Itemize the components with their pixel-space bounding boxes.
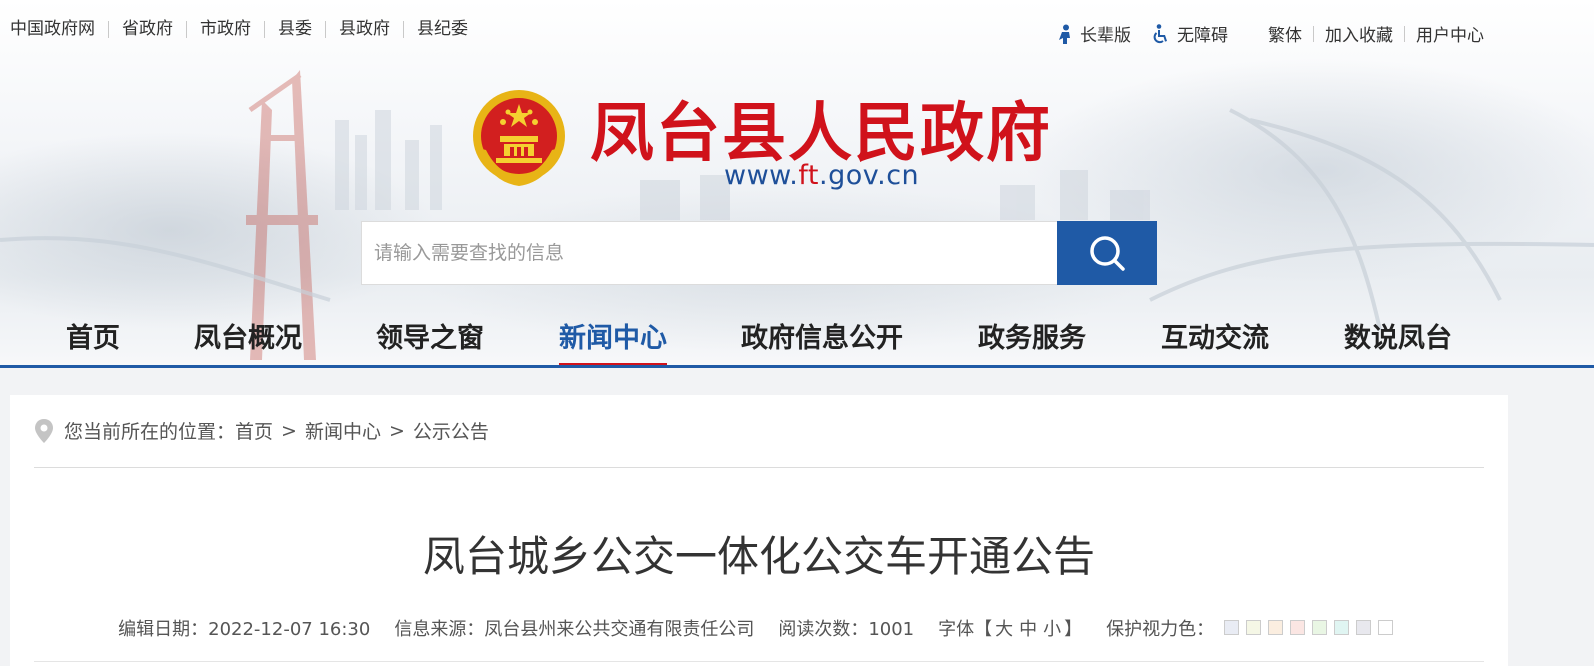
eye-care-swatches	[1223, 620, 1400, 635]
search-input[interactable]	[361, 221, 1057, 285]
top-link-county-committee[interactable]: 县委	[264, 21, 325, 38]
nav-leadership[interactable]: 领导之窗	[376, 320, 484, 366]
font-size-suffix: 】	[1064, 619, 1083, 640]
top-link-province[interactable]: 省政府	[108, 21, 186, 38]
national-emblem-logo	[473, 90, 565, 186]
search-icon	[1090, 236, 1125, 271]
site-url-prefix: www.	[724, 160, 799, 191]
nav-divider	[0, 365, 1594, 368]
elder-icon	[1059, 24, 1070, 44]
toolbar-divider	[1313, 25, 1314, 42]
eye-care-swatch-3[interactable]	[1267, 620, 1283, 635]
font-size-small-button[interactable]: 小	[1043, 619, 1061, 640]
nav-overview[interactable]: 凤台概况	[194, 320, 302, 366]
accessibility-button[interactable]: 无障碍	[1151, 21, 1228, 46]
top-link-gov-cn[interactable]: 中国政府网	[10, 21, 108, 38]
elder-mode-label: 长辈版	[1080, 26, 1131, 46]
top-link-city[interactable]: 市政府	[186, 21, 264, 38]
main-nav: 首页 凤台概况 领导之窗 新闻中心 政府信息公开 政务服务 互动交流 数说凤台	[0, 320, 1594, 366]
breadcrumb-announcements[interactable]: 公示公告	[413, 417, 489, 444]
search-button[interactable]	[1057, 221, 1157, 285]
top-links-bar: 中国政府网 省政府 市政府 县委 县政府 县纪委	[10, 21, 481, 38]
eye-care-label: 保护视力色：	[1106, 619, 1215, 640]
font-size-controls: 字体【大中小】	[938, 615, 1082, 641]
font-size-medium-button[interactable]: 中	[1019, 619, 1037, 640]
nav-gov-info[interactable]: 政府信息公开	[741, 320, 903, 366]
eye-care-swatch-2[interactable]	[1245, 620, 1261, 635]
eye-care-swatch-4[interactable]	[1289, 620, 1305, 635]
eye-care-swatch-6[interactable]	[1333, 620, 1349, 635]
font-size-prefix: 字体【	[938, 619, 993, 640]
breadcrumb-home[interactable]: 首页	[235, 417, 273, 444]
breadcrumb-separator: >	[281, 419, 297, 442]
eye-care-swatch-5[interactable]	[1311, 620, 1327, 635]
info-source: 信息来源：凤台县州来公共交通有限责任公司	[394, 619, 755, 640]
top-toolbar: 长辈版 无障碍 繁体 加入收藏 用户中心	[1056, 21, 1484, 46]
nav-interaction[interactable]: 互动交流	[1161, 320, 1269, 366]
view-count: 阅读次数：1001	[778, 619, 915, 640]
meta-divider	[34, 661, 1484, 662]
header-banner: 中国政府网 省政府 市政府 县委 县政府 县纪委 长辈版 无障碍 繁体 加入收藏…	[0, 0, 1594, 368]
toolbar-divider	[1404, 25, 1405, 42]
nav-data[interactable]: 数说凤台	[1344, 320, 1452, 366]
nav-gov-services[interactable]: 政务服务	[978, 320, 1086, 366]
user-center-button[interactable]: 用户中心	[1416, 21, 1484, 46]
edit-date: 编辑日期：2022-12-07 16:30	[118, 619, 371, 640]
search-bar	[361, 221, 1157, 285]
location-pin-icon	[35, 418, 53, 443]
site-url-suffix: .gov.cn	[818, 160, 920, 191]
eye-care-controls: 保护视力色：	[1106, 615, 1400, 641]
eye-care-swatch-1[interactable]	[1223, 620, 1239, 635]
eye-care-swatch-8[interactable]	[1377, 620, 1393, 635]
nav-news-center[interactable]: 新闻中心	[559, 320, 667, 366]
article-meta: 编辑日期：2022-12-07 16:30 信息来源：凤台县州来公共交通有限责任…	[10, 615, 1508, 641]
article-title: 凤台城乡公交一体化公交车开通公告	[422, 532, 1095, 581]
eye-care-swatch-7[interactable]	[1355, 620, 1371, 635]
add-bookmark-button[interactable]: 加入收藏	[1325, 21, 1393, 46]
nav-home[interactable]: 首页	[66, 320, 120, 366]
breadcrumb-separator: >	[388, 419, 405, 442]
accessibility-label: 无障碍	[1177, 26, 1228, 46]
elder-mode-button[interactable]: 长辈版	[1056, 21, 1131, 46]
wheelchair-icon	[1153, 23, 1167, 43]
article-panel: 您当前所在的位置： 首页 > 新闻中心 > 公示公告 凤台城乡公交一体化公交车开…	[10, 395, 1508, 666]
site-url-highlight: ft	[798, 160, 819, 191]
breadcrumb-prefix: 您当前所在的位置：	[64, 421, 236, 443]
top-link-county-government[interactable]: 县政府	[325, 21, 403, 38]
breadcrumb: 您当前所在的位置： 首页 > 新闻中心 > 公示公告	[34, 417, 489, 444]
top-link-discipline[interactable]: 县纪委	[403, 21, 481, 38]
breadcrumb-divider	[34, 467, 1484, 468]
traditional-chinese-button[interactable]: 繁体	[1268, 21, 1302, 46]
font-size-large-button[interactable]: 大	[995, 619, 1013, 640]
breadcrumb-news-center[interactable]: 新闻中心	[305, 417, 381, 444]
site-url: www.ft.gov.cn	[724, 160, 919, 191]
